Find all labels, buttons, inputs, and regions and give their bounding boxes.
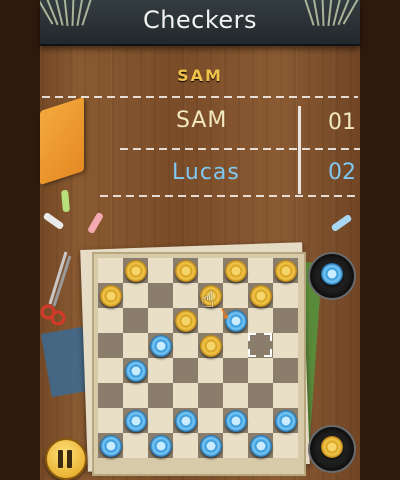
board-square[interactable] [148,258,173,283]
captured-blue-piece [321,263,343,285]
chalk-line-middle [120,148,360,150]
player1-name: SAM [176,108,228,133]
gold-checker-piece[interactable] [124,259,147,282]
board-square[interactable] [248,408,273,433]
board-square[interactable] [273,308,298,333]
player2-score: 02 [328,160,356,185]
chalk-white [42,211,65,231]
blue-checker-piece[interactable] [124,409,147,432]
board-square[interactable] [123,383,148,408]
captured-tray-top [308,252,356,300]
board-square[interactable] [248,358,273,383]
blue-checker-piece[interactable] [149,334,172,357]
captured-gold-piece [321,436,343,458]
gold-checker-piece[interactable] [174,259,197,282]
board-square[interactable] [173,283,198,308]
chalk-line-bottom [100,195,360,197]
gold-checker-piece[interactable] [199,334,222,357]
blue-checker-piece[interactable] [149,434,172,457]
current-turn-label: SAM [177,66,223,85]
blue-checker-piece[interactable] [274,409,297,432]
gold-checker-piece[interactable] [249,284,272,307]
pause-icon-bar [67,450,72,468]
board-square[interactable] [98,258,123,283]
board-square[interactable] [173,383,198,408]
pause-button[interactable] [45,438,87,480]
eraser-sponge [40,96,84,186]
board-square[interactable] [123,333,148,358]
board-square[interactable] [173,433,198,458]
board-square[interactable] [248,383,273,408]
blue-checker-piece[interactable] [249,434,272,457]
board-square[interactable] [248,308,273,333]
board-square[interactable] [98,383,123,408]
hand-cursor-icon: ☝ [201,288,215,313]
board-square[interactable] [148,358,173,383]
board-square[interactable] [98,408,123,433]
checkers-board[interactable] [98,258,298,458]
blue-checker-piece[interactable] [199,434,222,457]
chalk-green [61,189,70,213]
board-square[interactable] [98,358,123,383]
board-square[interactable] [148,308,173,333]
chalk-line-top [42,96,358,98]
gold-checker-piece[interactable] [224,259,247,282]
board-square[interactable] [173,333,198,358]
scoreboard-divider [298,106,301,194]
blue-checker-piece[interactable] [224,409,247,432]
pause-icon [58,450,63,468]
board-square[interactable] [248,258,273,283]
board-square[interactable] [273,433,298,458]
title-bar: Checkers [40,0,360,46]
board-square[interactable] [148,408,173,433]
player2-name: Lucas [172,160,240,185]
captured-tray-bottom [308,425,356,473]
blue-checker-piece[interactable] [99,434,122,457]
board-square[interactable] [173,358,198,383]
gold-checker-piece[interactable] [99,284,122,307]
player1-score: 01 [328,110,356,135]
board-square[interactable] [273,333,298,358]
board-square[interactable] [223,333,248,358]
board-square[interactable] [123,308,148,333]
board-square[interactable] [273,283,298,308]
app-title: Checkers [142,6,258,34]
board-square[interactable] [198,258,223,283]
board-square[interactable] [198,358,223,383]
board-square[interactable] [98,333,123,358]
gold-checker-piece[interactable] [274,259,297,282]
board-square[interactable] [273,358,298,383]
board-square[interactable] [198,408,223,433]
board-square[interactable] [148,283,173,308]
blue-checker-piece[interactable] [174,409,197,432]
board-square[interactable] [273,383,298,408]
board-square[interactable] [198,383,223,408]
blue-checker-piece[interactable] [124,359,147,382]
scissors-icon [40,248,76,328]
board-square[interactable] [98,308,123,333]
selected-square-marker [248,333,272,357]
board-square[interactable] [123,433,148,458]
board-square[interactable] [223,433,248,458]
board-square[interactable] [148,383,173,408]
board-square[interactable] [123,283,148,308]
gold-checker-piece[interactable] [174,309,197,332]
chalk-blue [330,213,353,233]
board-square[interactable] [223,383,248,408]
chalk-pink [86,211,105,235]
board-square[interactable] [223,358,248,383]
